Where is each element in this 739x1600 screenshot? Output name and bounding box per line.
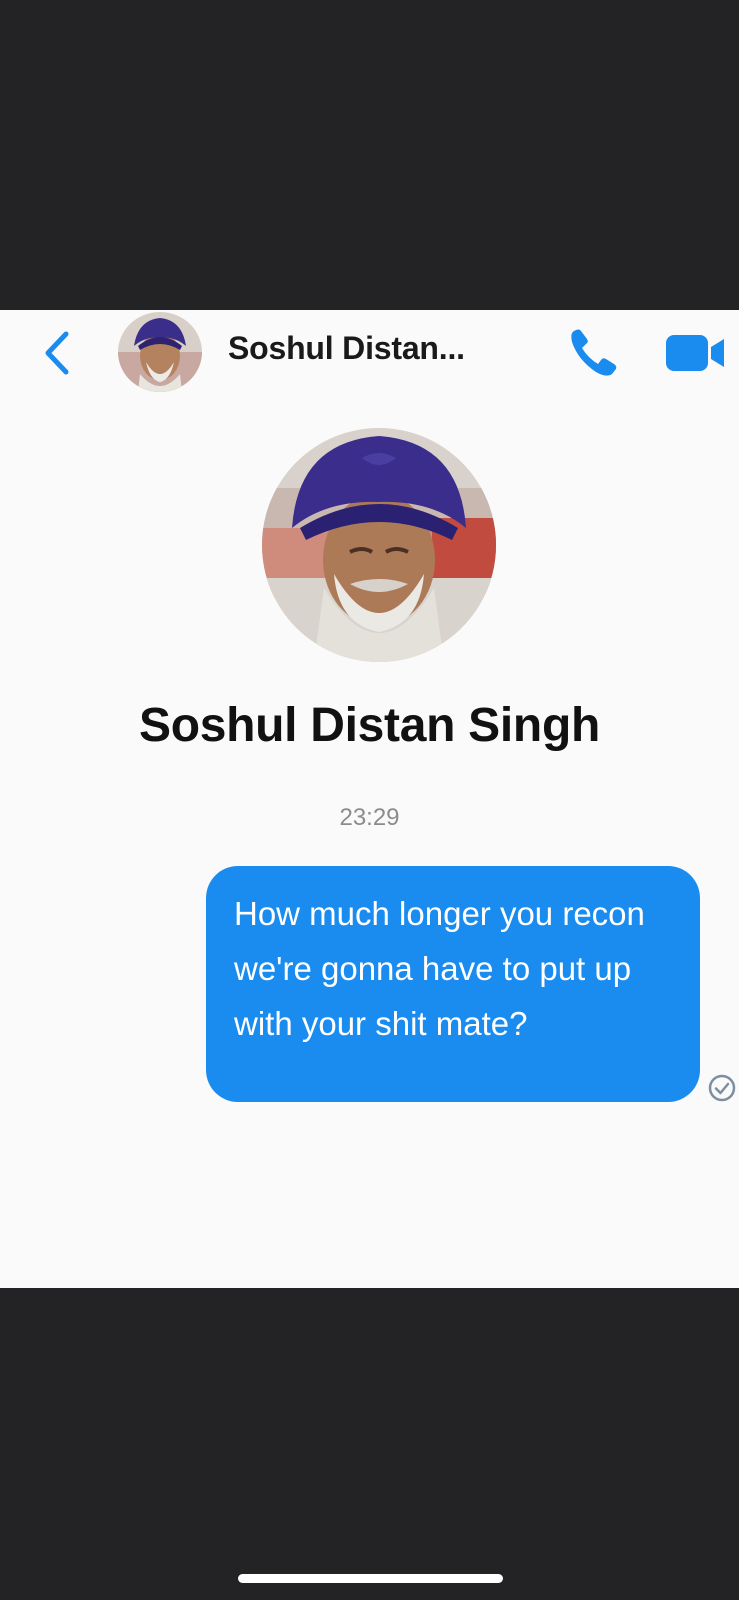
message-timestamp: 23:29 <box>339 804 400 831</box>
back-button[interactable] <box>38 328 78 378</box>
chat-screen: Soshul Distan... Soshul Distan Singh 23:… <box>0 310 739 1288</box>
profile-name: Soshul Distan Singh <box>139 699 600 752</box>
call-button[interactable] <box>564 322 624 382</box>
delivered-check-icon <box>708 1074 736 1102</box>
contact-avatar[interactable] <box>118 312 202 392</box>
message-text: How much longer you recon we're gonna ha… <box>234 895 645 1042</box>
video-call-button[interactable] <box>664 328 734 378</box>
video-camera-icon <box>666 335 724 371</box>
chat-header: Soshul Distan... <box>0 310 739 400</box>
profile-photo <box>262 428 496 662</box>
header-contact-name[interactable]: Soshul Distan... <box>228 330 465 367</box>
outgoing-message-bubble[interactable]: How much longer you recon we're gonna ha… <box>206 866 700 1102</box>
screenshot-page: Soshul Distan... Soshul Distan Singh 23:… <box>0 0 739 1600</box>
chevron-left-icon <box>45 331 69 375</box>
home-indicator[interactable] <box>238 1574 503 1583</box>
phone-icon <box>571 329 617 376</box>
profile-avatar <box>262 428 496 662</box>
avatar-image <box>118 312 202 392</box>
